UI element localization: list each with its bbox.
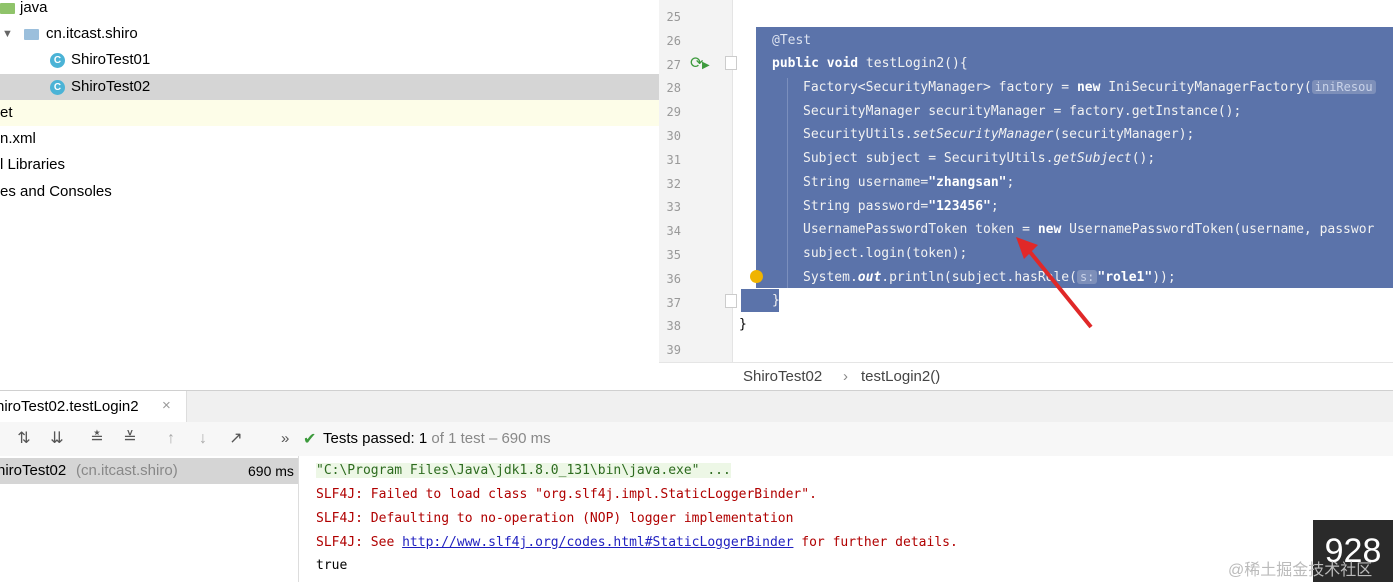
line-number: 33: [666, 200, 681, 215]
tree-item-shirotest02[interactable]: C ShiroTest02: [0, 74, 659, 100]
line-number: 36: [666, 271, 681, 286]
code-line-38: }: [739, 317, 747, 332]
line-number: 30: [666, 129, 681, 143]
class-icon: C: [50, 80, 65, 95]
more-icon[interactable]: »: [281, 430, 289, 447]
breadcrumb-class[interactable]: ShiroTest02: [743, 368, 822, 385]
code-line-36: System.out.println(subject.hasRole(s: "ro…: [803, 270, 1176, 285]
annotation-arrow: [1016, 237, 1093, 329]
test-status: Tests passed: 1 of 1 test – 690 ms: [323, 430, 551, 447]
tree-item-package[interactable]: ▼ cn.itcast.shiro: [0, 21, 659, 47]
sort-duration-icon[interactable]: ⇊: [47, 429, 67, 449]
line-number: 35: [666, 248, 681, 262]
console-line: "C:\Program Files\Java\jdk1.8.0_131\bin\…: [316, 463, 731, 478]
fold-icon[interactable]: [725, 294, 737, 308]
line-number: 27: [666, 57, 681, 72]
line-number: 37: [666, 295, 681, 310]
code-line-32: String username="zhangsan";: [803, 175, 1015, 190]
code-editor[interactable]: 25 26 27 28 29 30 31 32 33 34 35 36 37 38 39 ⟳ ▶ @Test…: [659, 0, 1393, 362]
code-line-37: }: [772, 293, 780, 308]
code-line-29: SecurityManager securityManager = factor…: [803, 104, 1242, 119]
run-toolbar: ⇅ ⇊ ≛ ≚ ↑ ↓ ↗ » ✔ Tests passed: 1 of 1 t…: [0, 422, 1393, 457]
breadcrumb-method[interactable]: testLogin2(): [861, 368, 940, 385]
run-tab-label: hiroTest02.testLogin2: [0, 398, 139, 415]
line-number: 39: [666, 343, 681, 358]
test-results-tree: hiroTest02 (cn.itcast.shiro) 690 ms: [0, 456, 299, 582]
project-tree: java ▼ cn.itcast.shiro C ShiroTest01 C S…: [0, 0, 659, 390]
tree-item-libraries[interactable]: l Libraries: [0, 152, 659, 178]
divider: [0, 429, 4, 449]
tree-item-shirotest01[interactable]: C ShiroTest01: [0, 47, 659, 73]
code-line-27: public void testLogin2(){: [772, 56, 968, 71]
run-tab[interactable]: hiroTest02.testLogin2 ×: [0, 391, 187, 423]
expand-all-icon[interactable]: ≛: [87, 429, 107, 449]
line-number: 29: [666, 105, 681, 120]
code-line-28: Factory<SecurityManager> factory = new I…: [803, 80, 1376, 95]
line-number: 34: [666, 224, 681, 239]
arrow-up-icon[interactable]: ↑: [161, 429, 181, 449]
class-icon: C: [50, 53, 65, 68]
package-icon: [24, 29, 39, 40]
close-icon[interactable]: ×: [162, 397, 171, 414]
watermark-text: @稀土掘金技术社区: [1228, 562, 1373, 579]
chevron-down-icon[interactable]: ▼: [2, 21, 13, 47]
tree-item-java[interactable]: java: [0, 0, 659, 21]
check-icon: ✔: [303, 431, 317, 448]
line-number: 38: [666, 319, 681, 334]
code-line-30: SecurityUtils.setSecurityManager(securit…: [803, 127, 1195, 142]
code-line-33: String password="123456";: [803, 199, 999, 214]
code-line-31: Subject subject = SecurityUtils.getSubje…: [803, 151, 1156, 166]
console-line: true: [316, 558, 348, 573]
bulb-icon[interactable]: [750, 270, 763, 283]
code-line-35: subject.login(token);: [803, 246, 968, 261]
run-tab-bar: hiroTest02.testLogin2 ×: [0, 390, 1393, 423]
breadcrumb: ShiroTest02 › testLogin2(): [659, 362, 1393, 391]
line-number: 26: [666, 33, 681, 48]
line-number: 32: [666, 176, 681, 191]
export-icon[interactable]: ↗: [226, 429, 246, 449]
arrow-down-icon[interactable]: ↓: [193, 429, 213, 449]
code-line-26: @Test: [772, 33, 812, 48]
indent-guide: [787, 78, 788, 288]
line-number: 25: [666, 10, 681, 24]
line-number: 28: [666, 81, 681, 96]
play-icon[interactable]: ▶: [702, 60, 710, 71]
test-result-row[interactable]: hiroTest02 (cn.itcast.shiro) 690 ms: [0, 458, 298, 484]
sort-alpha-icon[interactable]: ⇅: [14, 429, 34, 449]
line-number: 31: [666, 152, 681, 167]
console-link[interactable]: http://www.slf4j.org/codes.html#StaticLo…: [402, 535, 793, 550]
console-line: SLF4J: Defaulting to no-operation (NOP) …: [316, 511, 794, 526]
breadcrumb-separator: ›: [843, 368, 848, 385]
console-line: SLF4J: Failed to load class "org.slf4j.i…: [316, 487, 817, 502]
tree-item-pom[interactable]: n.xml: [0, 126, 659, 152]
console-line: SLF4J: See http://www.slf4j.org/codes.ht…: [316, 535, 958, 550]
tree-item-scratches[interactable]: es and Consoles: [0, 179, 659, 205]
fold-icon[interactable]: [725, 56, 737, 70]
folder-icon: [0, 3, 15, 14]
tree-item-et[interactable]: et: [0, 100, 659, 126]
collapse-all-icon[interactable]: ≚: [120, 429, 140, 449]
